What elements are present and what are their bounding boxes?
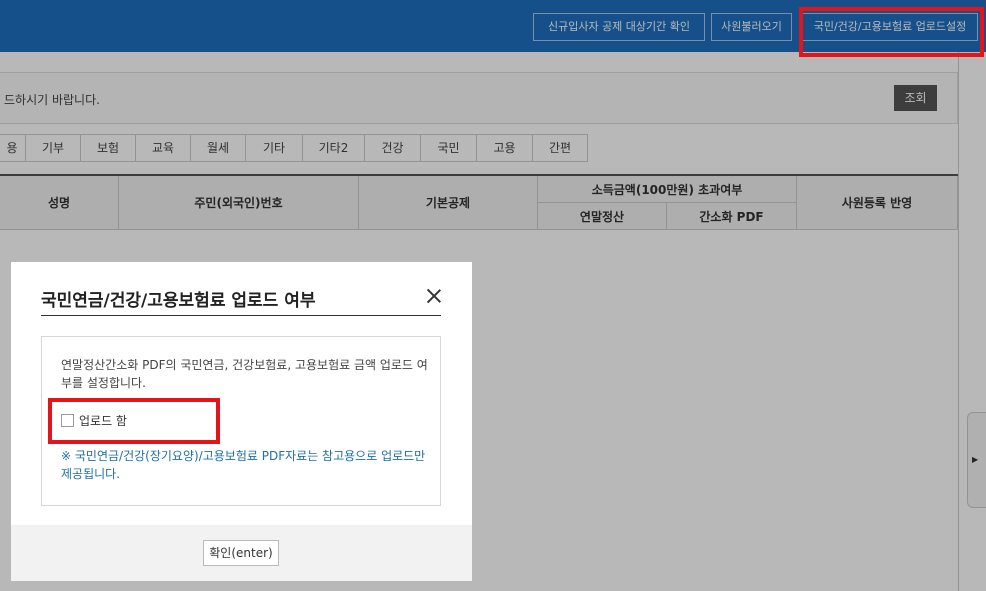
confirm-button[interactable]: 확인(enter) bbox=[203, 540, 279, 566]
dialog-description: 연말정산간소화 PDF의 국민연금, 건강보험료, 고용보험료 금액 업로드 여… bbox=[61, 358, 428, 390]
reference-note: ※ 국민연금/건강(장기요양)/고용보험료 PDF자료는 참고용으로 업로드만 … bbox=[61, 449, 426, 481]
dialog-title: 국민연금/건강/고용보험료 업로드 여부 bbox=[41, 291, 316, 311]
dialog-footer: 확인(enter) bbox=[11, 525, 472, 581]
title-divider bbox=[41, 315, 441, 316]
close-icon[interactable] bbox=[424, 286, 444, 306]
dialog-content-box: 연말정산간소화 PDF의 국민연금, 건강보험료, 고용보험료 금액 업로드 여… bbox=[41, 336, 441, 506]
upload-checkbox-row[interactable]: 업로드 함 bbox=[61, 412, 127, 429]
insurance-upload-dialog: 국민연금/건강/고용보험료 업로드 여부 연말정산간소화 PDF의 국민연금, … bbox=[11, 262, 472, 581]
upload-checkbox-label[interactable]: 업로드 함 bbox=[79, 412, 127, 429]
upload-checkbox[interactable] bbox=[61, 414, 74, 427]
